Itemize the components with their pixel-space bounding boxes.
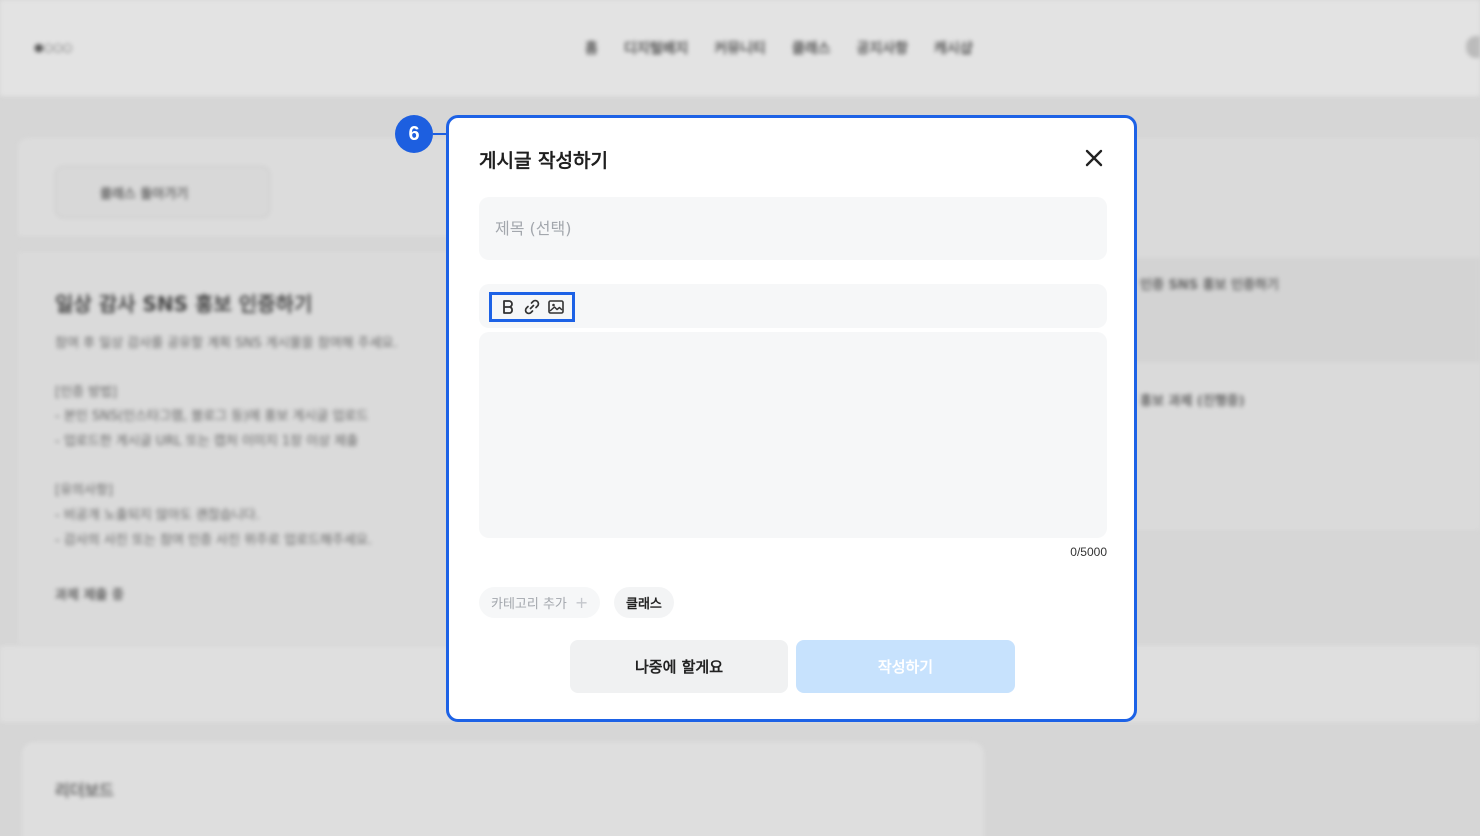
editor-toolbar	[479, 284, 1107, 328]
toolbar-button-group	[489, 292, 575, 322]
bg-bottom-card	[22, 742, 984, 836]
bg-post-line: [유의사항]	[55, 483, 113, 498]
bg-nav: 홈 디지털배지 커뮤니티 클래스 공지사항 캐시샵	[585, 38, 973, 58]
post-content-editor[interactable]	[479, 332, 1107, 538]
step-connector	[433, 133, 447, 135]
bg-post-line: 과제 제출 중	[55, 588, 124, 603]
bg-post-line: - 업로드한 게시글 URL 또는 캡처 이미지 1장 이상 제출	[55, 434, 359, 449]
bg-post-line: - 감사의 사진 또는 참여 인증 사진 위주로 업로드해주세요.	[55, 533, 372, 548]
char-counter: 0/5000	[1070, 545, 1107, 559]
link-button[interactable]	[521, 296, 543, 318]
plus-icon: +	[574, 593, 589, 612]
bg-post-title: 일상 감사 SNS 홍보 인증하기	[55, 292, 313, 316]
bg-right-line: 인증 SNS 홍보 인증하기	[1140, 278, 1279, 293]
bg-avatar	[1466, 36, 1480, 58]
chevron-left-icon: ‹	[102, 184, 108, 200]
step-badge: 6	[395, 115, 433, 153]
bold-button[interactable]	[497, 296, 519, 318]
bg-nav-item: 디지털배지	[623, 41, 689, 57]
bg-nav-item: 공지사항	[856, 41, 908, 57]
image-button[interactable]	[545, 296, 567, 318]
add-category-chip[interactable]: 카테고리 추가 +	[479, 587, 601, 618]
bg-logo: ●○○○	[34, 41, 73, 54]
bg-nav-item: 커뮤니티	[714, 41, 766, 57]
bg-nav-item: 클래스	[791, 41, 831, 57]
category-chip-class[interactable]: 클래스	[614, 587, 674, 618]
add-category-label: 카테고리 추가	[491, 597, 567, 612]
write-post-modal: 게시글 작성하기 제목 (선택) 0/5000 카테고리 추가 + 클래스 나중…	[446, 115, 1137, 722]
bg-back-button: ‹ 클래스 돌아가기	[55, 166, 270, 218]
bg-post-line: [인증 방법]	[55, 385, 118, 400]
image-icon	[548, 300, 564, 314]
bg-nav-item: 홈	[585, 41, 598, 57]
later-button[interactable]: 나중에 할게요	[570, 640, 788, 693]
bg-back-label: 클래스 돌아가기	[100, 186, 189, 202]
bg-post-line: 참여 후 일상 감사를 공유할 계획 SNS 게시물을 참여해 주세요.	[55, 336, 398, 351]
close-button[interactable]	[1081, 145, 1107, 171]
bg-nav-item: 캐시샵	[934, 41, 973, 57]
modal-title: 게시글 작성하기	[479, 150, 608, 172]
bg-post-line: - 비공개 노출되지 않아도 괜찮습니다.	[55, 508, 260, 523]
close-icon	[1085, 149, 1103, 167]
bg-post-line: - 본인 SNS(인스타그램, 블로그 등)에 홍보 게시글 업로드	[55, 409, 369, 424]
post-title-input[interactable]	[479, 197, 1107, 260]
link-icon	[524, 299, 540, 315]
bg-right-line: 홍보 과제 (진행중)	[1140, 394, 1245, 409]
bg-bottom-label: 리더보드	[55, 781, 114, 800]
bold-icon	[503, 300, 513, 314]
submit-button[interactable]: 작성하기	[796, 640, 1015, 693]
